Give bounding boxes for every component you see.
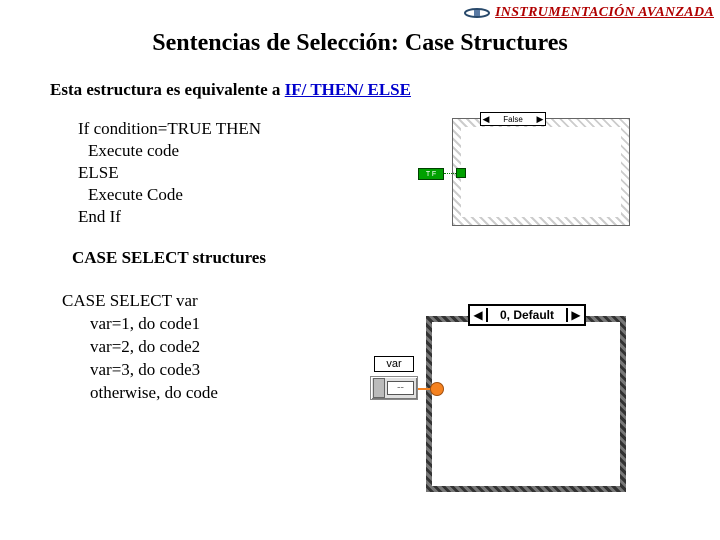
- pseudo-line: CASE SELECT var: [62, 290, 218, 313]
- pseudo-line: Execute code: [78, 140, 261, 162]
- pseudo-line: var=3, do code3: [62, 359, 218, 382]
- chevron-left-icon: ◀: [481, 113, 491, 125]
- pseudo-line: otherwise, do code: [62, 382, 218, 405]
- course-header: INSTRUMENTACIÓN AVANZADA: [463, 4, 714, 22]
- control-label: var: [374, 356, 414, 372]
- numeric-control: --: [370, 376, 418, 400]
- pseudo-line: End If: [78, 206, 261, 228]
- pseudo-line: ELSE: [78, 162, 261, 184]
- case-tunnel-icon: [430, 382, 444, 396]
- brand-logo-icon: [463, 4, 491, 22]
- case-structure-border: [426, 316, 626, 492]
- case-structure-border: [452, 118, 630, 226]
- intro-prefix: Esta estructura es equivalente a: [50, 80, 285, 99]
- numeric-case-diagram: ◀ 0, Default ▶ var --: [370, 308, 632, 508]
- chevron-right-icon: ▶: [535, 113, 545, 125]
- chevron-left-icon: ◀: [470, 308, 488, 322]
- pseudo-line: Execute Code: [78, 184, 261, 206]
- case-selector: ◀ False ▶: [480, 112, 546, 126]
- pseudo-line: var=1, do code1: [62, 313, 218, 336]
- boolean-terminal: T F: [418, 168, 444, 180]
- chevron-right-icon: ▶: [566, 308, 584, 322]
- case-structure-body: [432, 322, 620, 486]
- spinner-icon: [373, 378, 385, 398]
- case-select-heading: CASE SELECT structures: [72, 248, 266, 268]
- boolean-case-diagram: ◀ False ▶ T F: [420, 118, 630, 228]
- intro-line: Esta estructura es equivalente a IF/ THE…: [50, 80, 411, 100]
- case-pseudocode: CASE SELECT var var=1, do code1 var=2, d…: [62, 290, 218, 405]
- case-structure-body: [461, 127, 621, 217]
- page-title: Sentencias de Selección: Case Structures: [0, 30, 720, 57]
- case-selector-label: False: [491, 115, 535, 124]
- numeric-value: --: [387, 381, 414, 395]
- course-title: INSTRUMENTACIÓN AVANZADA: [495, 5, 714, 21]
- case-tunnel-icon: [456, 168, 466, 178]
- pseudo-line: var=2, do code2: [62, 336, 218, 359]
- case-selector-label: 0, Default: [488, 308, 566, 322]
- if-pseudocode: If condition=TRUE THEN Execute code ELSE…: [78, 118, 261, 228]
- intro-keywords: IF/ THEN/ ELSE: [285, 80, 411, 99]
- case-selector: ◀ 0, Default ▶: [468, 304, 586, 326]
- pseudo-line: If condition=TRUE THEN: [78, 118, 261, 140]
